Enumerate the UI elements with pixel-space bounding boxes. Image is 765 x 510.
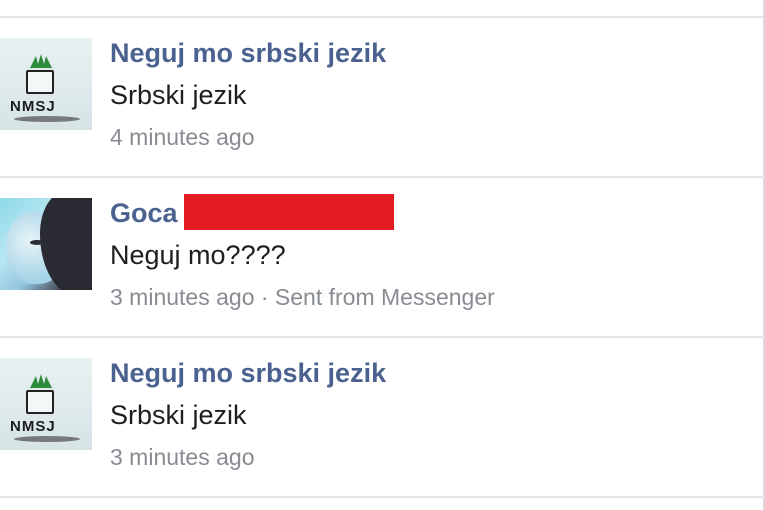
avatar-label: NMSJ [10,418,56,435]
logo-shadow [14,436,80,442]
nmsj-logo-icon [30,374,52,388]
sender-name[interactable]: Goca [110,198,178,229]
message-text: Neguj mo???? [110,240,286,270]
nmsj-logo-icon [30,54,52,68]
avatar[interactable]: NMSJ [0,358,92,450]
next-message-edge [0,498,765,510]
logo-shadow [14,116,80,122]
message-item[interactable]: Goca Neguj mo???? 3 minutes ago · Sent f… [0,178,765,338]
avatar[interactable] [0,198,92,290]
message-timestamp: 3 minutes ago · Sent from Messenger [110,284,495,310]
message-text: Srbski jezik [110,400,247,430]
message-timestamp: 3 minutes ago [110,444,255,470]
message-item[interactable]: NMSJ Neguj mo srbski jezik Srbski jezik … [0,338,765,498]
logo-frame [26,390,54,414]
message-timestamp: 4 minutes ago [110,124,255,150]
avatar[interactable]: NMSJ [0,38,92,130]
message-text: Srbski jezik [110,80,247,110]
previous-message-edge [0,0,765,18]
message-item[interactable]: NMSJ Neguj mo srbski jezik Srbski jezik … [0,18,765,178]
profile-photo-eye [30,240,44,245]
logo-frame [26,70,54,94]
avatar-label: NMSJ [10,98,56,115]
redaction-bar [184,194,394,230]
sender-name[interactable]: Neguj mo srbski jezik [110,358,386,389]
sender-name[interactable]: Neguj mo srbski jezik [110,38,386,69]
